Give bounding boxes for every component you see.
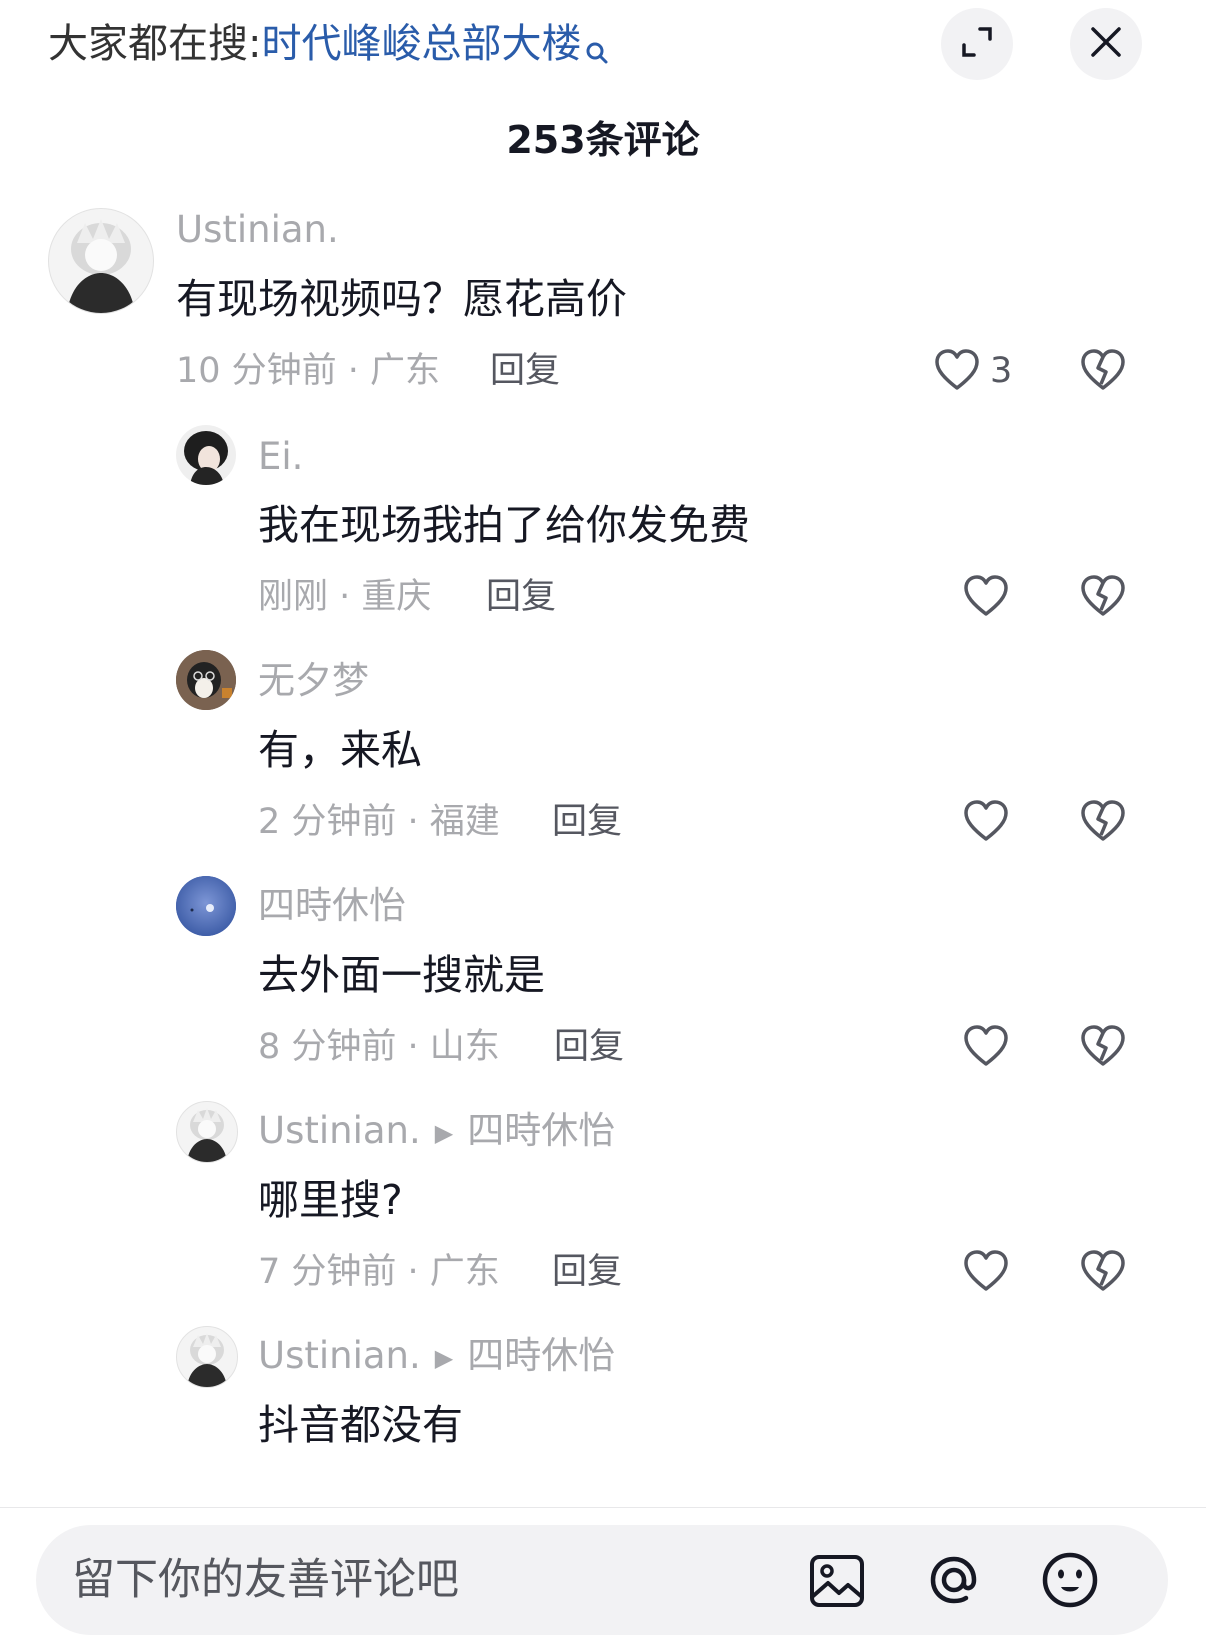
input-divider: [0, 1507, 1206, 1508]
comment-username: Ustinian. ▶ 四時休怡: [258, 1331, 615, 1383]
avatar[interactable]: [176, 876, 236, 936]
comment-text: 有，来私: [258, 726, 422, 774]
search-hint-colon: :: [248, 21, 262, 67]
dislike-button[interactable]: [1080, 574, 1126, 622]
broken-heart-icon: [1080, 575, 1126, 622]
search-hint-prefix: 大家都在搜: [48, 21, 248, 67]
search-hint-query[interactable]: 时代峰峻总部大楼: [261, 21, 581, 67]
broken-heart-icon: [1080, 800, 1126, 847]
avatar[interactable]: [176, 425, 236, 485]
comment-username[interactable]: Ustinian.: [176, 205, 339, 255]
comment-meta: 10 分钟前 · 广东: [176, 351, 441, 391]
avatar[interactable]: [176, 1101, 238, 1163]
comment-count-title: 253条评论: [506, 118, 700, 162]
like-button[interactable]: [963, 1249, 1009, 1297]
at-icon: [924, 1556, 984, 1612]
image-button[interactable]: [808, 1553, 866, 1612]
search-icon[interactable]: [585, 22, 609, 82]
heart-icon: [963, 1025, 1009, 1072]
avatar[interactable]: [48, 208, 154, 314]
heart-icon: [963, 800, 1009, 847]
dislike-button[interactable]: [1080, 799, 1126, 847]
broken-heart-icon: [1080, 1025, 1126, 1072]
search-suggestion[interactable]: 大家都在搜:时代峰峻总部大楼: [48, 14, 609, 82]
emoji-icon: [1040, 1552, 1100, 1612]
comment-text: 有现场视频吗？愿花高价: [176, 275, 627, 323]
comment-text: 我在现场我拍了给你发免费: [258, 501, 750, 549]
heart-icon: [934, 349, 980, 396]
comment-text: 抖音都没有: [258, 1401, 463, 1449]
comment-meta: 8 分钟前 · 山东: [258, 1027, 500, 1067]
like-button[interactable]: [963, 574, 1009, 622]
reply-button[interactable]: 回复: [554, 1022, 624, 1072]
dislike-button[interactable]: [1080, 1249, 1126, 1297]
like-button[interactable]: [963, 1024, 1009, 1072]
avatar[interactable]: [176, 1326, 238, 1388]
image-icon: [808, 1555, 866, 1612]
close-button[interactable]: [1070, 8, 1142, 80]
reply-arrow-icon: ▶: [434, 1343, 454, 1372]
comment-meta: 7 分钟前 · 广东: [258, 1252, 500, 1292]
like-count: 3: [990, 351, 1013, 391]
comment-meta: 刚刚 · 重庆: [258, 577, 432, 617]
comment-username[interactable]: Ei.: [258, 432, 303, 482]
comment-username: Ustinian. ▶ 四時休怡: [258, 1106, 615, 1158]
reply-arrow-icon: ▶: [434, 1118, 454, 1147]
comment-input-placeholder[interactable]: 留下你的友善评论吧: [72, 1550, 459, 1610]
comment-username[interactable]: 无夕梦: [258, 656, 369, 706]
reply-button[interactable]: 回复: [486, 572, 556, 622]
expand-icon: [959, 24, 995, 64]
reply-target[interactable]: 四時休怡: [467, 1334, 615, 1377]
reply-target[interactable]: 四時休怡: [467, 1109, 615, 1152]
reply-button[interactable]: 回复: [490, 346, 560, 396]
close-icon: [1088, 24, 1124, 64]
comment-text: 哪里搜?: [258, 1176, 403, 1224]
avatar[interactable]: [176, 650, 236, 710]
comment-text: 去外面一搜就是: [258, 951, 545, 999]
like-button[interactable]: [963, 799, 1009, 847]
mention-button[interactable]: [924, 1550, 984, 1612]
reply-button[interactable]: 回复: [552, 797, 622, 847]
reply-button[interactable]: 回复: [552, 1247, 622, 1297]
comment-meta: 2 分钟前 · 福建: [258, 802, 500, 842]
emoji-button[interactable]: [1040, 1550, 1100, 1612]
reply-author[interactable]: Ustinian.: [258, 1334, 421, 1377]
broken-heart-icon: [1080, 349, 1126, 396]
like-button[interactable]: [934, 348, 980, 396]
expand-button[interactable]: [941, 8, 1013, 80]
heart-icon: [963, 1250, 1009, 1297]
broken-heart-icon: [1080, 1250, 1126, 1297]
heart-icon: [963, 575, 1009, 622]
dislike-button[interactable]: [1080, 348, 1126, 396]
reply-author[interactable]: Ustinian.: [258, 1109, 421, 1152]
dislike-button[interactable]: [1080, 1024, 1126, 1072]
comment-username[interactable]: 四時休怡: [258, 881, 406, 931]
